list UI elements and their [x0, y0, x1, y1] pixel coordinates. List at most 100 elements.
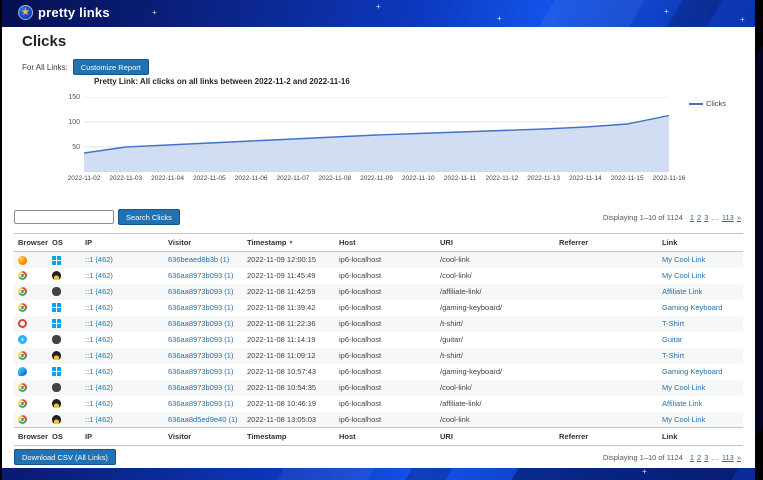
- chrome-icon: [18, 399, 27, 408]
- for-all-links-label: For All Links:: [22, 63, 68, 72]
- x-tick-label: 2022-11-02: [63, 175, 105, 182]
- link-cell[interactable]: My Cool Link: [662, 271, 705, 280]
- edge-icon: [18, 367, 27, 376]
- area-chart: [84, 97, 669, 172]
- link-cell[interactable]: Guitar: [662, 335, 682, 344]
- uri-cell: /t-shirt/: [440, 319, 463, 328]
- header-timestamp[interactable]: Timestamp▼: [243, 234, 335, 252]
- header-link: Link: [658, 234, 743, 252]
- windows-icon: [52, 303, 61, 312]
- ip-link[interactable]: ::1 (462): [85, 319, 113, 328]
- sparkle-icon: +: [152, 9, 157, 17]
- visitor-link[interactable]: 636aa8973b093 (1): [168, 399, 233, 408]
- host-cell: ip6-localhost: [339, 255, 381, 264]
- ip-link[interactable]: ::1 (462): [85, 255, 113, 264]
- ip-link[interactable]: ::1 (462): [85, 351, 113, 360]
- visitor-link[interactable]: 636aa8d5ed9e40 (1): [168, 415, 238, 424]
- footer-browser: Browser: [14, 428, 48, 446]
- pretty-links-logo: ★ pretty links: [18, 5, 110, 20]
- uri-cell: /affiliate-link/: [440, 399, 482, 408]
- link-cell[interactable]: My Cool Link: [662, 415, 705, 424]
- visitor-link[interactable]: 636aa8973b093 (1): [168, 383, 233, 392]
- link-cell[interactable]: T-Shirt: [662, 319, 684, 328]
- ip-link[interactable]: ::1 (462): [85, 415, 113, 424]
- link-cell[interactable]: Gaming Keyboard: [662, 303, 722, 312]
- next-page-link[interactable]: »: [737, 453, 741, 462]
- link-cell[interactable]: Gaming Keyboard: [662, 367, 722, 376]
- timestamp-cell: 2022-11-08 11:39:42: [247, 303, 316, 312]
- apple-icon: [52, 335, 61, 344]
- page-link-last[interactable]: 113: [722, 213, 734, 222]
- download-csv-button[interactable]: Download CSV (All Links): [14, 449, 116, 465]
- next-page-link[interactable]: »: [737, 213, 741, 222]
- chrome-icon: [18, 383, 27, 392]
- page-link-2[interactable]: 2: [697, 213, 701, 222]
- linux-icon: [52, 351, 61, 360]
- ip-link[interactable]: ::1 (462): [85, 271, 113, 280]
- visitor-link[interactable]: 636aa8973b093 (1): [168, 351, 233, 360]
- footer-referrer: Referrer: [555, 428, 658, 446]
- ip-link[interactable]: ::1 (462): [85, 287, 113, 296]
- link-cell[interactable]: My Cool Link: [662, 255, 705, 264]
- visitor-link[interactable]: 636aa8973b093 (1): [168, 319, 233, 328]
- opera-icon: [18, 319, 27, 328]
- uri-cell: /guitar/: [440, 335, 463, 344]
- clicks-search-input[interactable]: [14, 210, 114, 224]
- link-cell[interactable]: My Cool Link: [662, 383, 705, 392]
- link-cell[interactable]: Affiliate Link: [662, 399, 702, 408]
- y-tick-label: 50: [72, 144, 80, 151]
- y-tick-label: 150: [68, 94, 80, 101]
- clicks-table: Browser OS IP Visitor Timestamp▼ Host UR…: [14, 233, 743, 446]
- linux-icon: [52, 271, 61, 280]
- page-link-3[interactable]: 3: [704, 213, 708, 222]
- page-link-2[interactable]: 2: [697, 453, 701, 462]
- visitor-link[interactable]: 636aa8973b093 (1): [168, 367, 233, 376]
- chrome-icon: [18, 287, 27, 296]
- ip-link[interactable]: ::1 (462): [85, 383, 113, 392]
- timestamp-cell: 2022-11-08 10:54:35: [247, 383, 316, 392]
- host-cell: ip6-localhost: [339, 335, 381, 344]
- link-cell[interactable]: Affiliate Link: [662, 287, 702, 296]
- x-tick-label: 2022-11-14: [564, 175, 606, 182]
- host-cell: ip6-localhost: [339, 367, 381, 376]
- link-cell[interactable]: T-Shirt: [662, 351, 684, 360]
- linux-icon: [52, 415, 61, 424]
- x-tick-label: 2022-11-16: [648, 175, 690, 182]
- page-link-last[interactable]: 113: [722, 453, 734, 462]
- table-body: ::1 (462) 636beaed8b3b (1) 2022-11-09 12…: [14, 252, 743, 428]
- table-row: ::1 (462) 636aa8973b093 (1) 2022-11-08 1…: [14, 316, 743, 332]
- visitor-link[interactable]: 636beaed8b3b (1): [168, 255, 229, 264]
- legend-label: Clicks: [706, 99, 726, 108]
- header-ip: IP: [81, 234, 164, 252]
- bottom-bar: Download CSV (All Links) Displaying 1–10…: [14, 449, 741, 465]
- visitor-link[interactable]: 636aa8973b093 (1): [168, 303, 233, 312]
- host-cell: ip6-localhost: [339, 383, 381, 392]
- page-link-3[interactable]: 3: [704, 453, 708, 462]
- ip-link[interactable]: ::1 (462): [85, 367, 113, 376]
- timestamp-cell: 2022-11-08 11:42:59: [247, 287, 316, 296]
- customize-report-button[interactable]: Customize Report: [73, 59, 149, 75]
- safari-icon: [18, 335, 27, 344]
- x-tick-label: 2022-11-05: [188, 175, 230, 182]
- host-cell: ip6-localhost: [339, 399, 381, 408]
- footer-os: OS: [48, 428, 81, 446]
- visitor-link[interactable]: 636aa8973b093 (1): [168, 271, 233, 280]
- footer-visitor: Visitor: [164, 428, 243, 446]
- screen: + + + + + + ★ pretty links Clicks For Al…: [0, 0, 763, 480]
- visitor-link[interactable]: 636aa8973b093 (1): [168, 335, 233, 344]
- header-browser: Browser: [14, 234, 48, 252]
- clicks-chart: Pretty Link: All clicks on all links bet…: [52, 75, 728, 201]
- host-cell: ip6-localhost: [339, 271, 381, 280]
- ip-link[interactable]: ::1 (462): [85, 303, 113, 312]
- uri-cell: /cool-link: [440, 255, 470, 264]
- pagination-ellipsis: …: [711, 453, 719, 462]
- star-icon: ★: [18, 5, 33, 20]
- ip-link[interactable]: ::1 (462): [85, 335, 113, 344]
- sparkle-icon: +: [642, 468, 647, 476]
- page-link-1[interactable]: 1: [690, 213, 694, 222]
- visitor-link[interactable]: 636aa8973b093 (1): [168, 287, 233, 296]
- page-link-1[interactable]: 1: [690, 453, 694, 462]
- search-clicks-button[interactable]: Search Clicks: [118, 209, 180, 225]
- ip-link[interactable]: ::1 (462): [85, 399, 113, 408]
- x-tick-label: 2022-11-11: [439, 175, 481, 182]
